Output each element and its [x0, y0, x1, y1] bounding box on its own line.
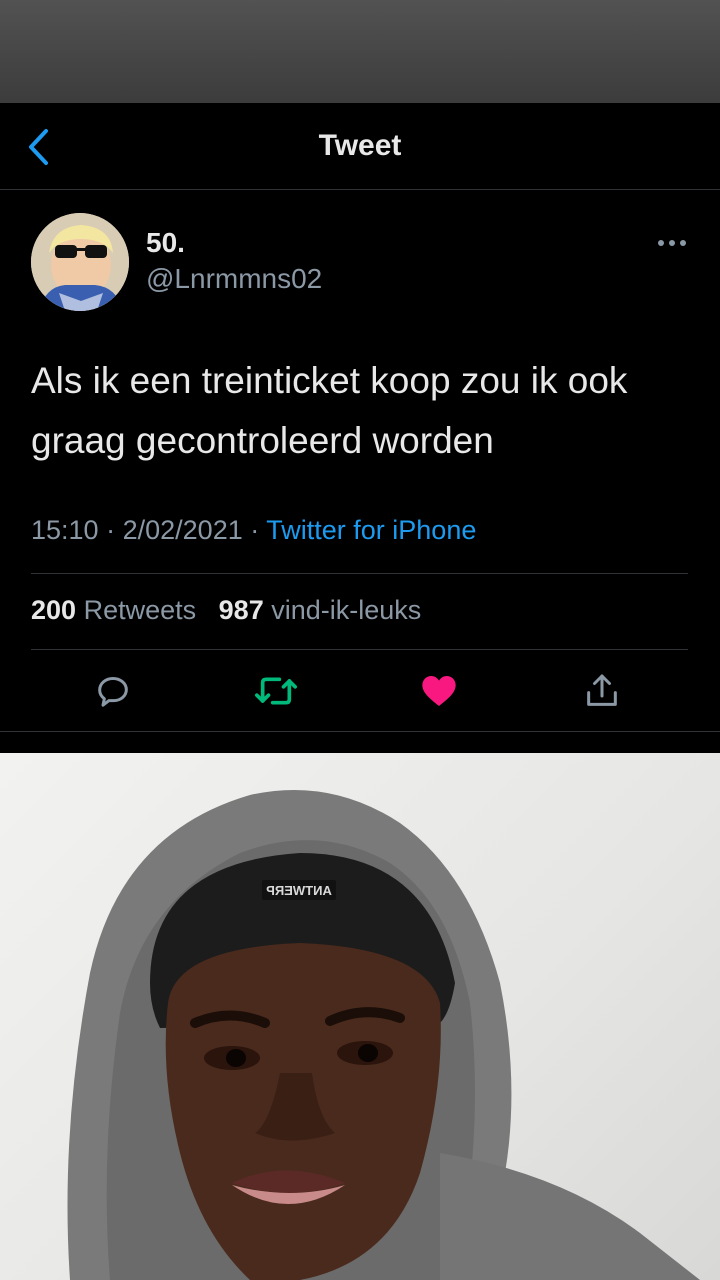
- tweet-time: 15:10: [31, 515, 99, 545]
- chevron-left-icon: [29, 129, 48, 165]
- divider: [31, 573, 688, 574]
- retweet-button[interactable]: [254, 669, 298, 713]
- meta-separator: ·: [250, 515, 260, 545]
- author-name[interactable]: 50.: [146, 227, 185, 259]
- retweets-count: 200: [31, 595, 77, 625]
- back-button[interactable]: [18, 125, 58, 169]
- page-title: Tweet: [318, 129, 402, 162]
- author-handle[interactable]: @Lnrmmns02: [146, 263, 322, 295]
- reaction-photo: ANTWERP: [0, 753, 720, 1280]
- tweet-stats: 200 Retweets 987 vind-ik-leuks: [31, 595, 421, 626]
- like-button[interactable]: [417, 669, 461, 713]
- likes-count: 987: [218, 595, 264, 625]
- beanie-logo: ANTWERP: [266, 883, 332, 898]
- reply-button[interactable]: [91, 669, 135, 713]
- tweet-text: Als ik een treinticket koop zou ik ook g…: [31, 360, 628, 461]
- share-button[interactable]: [580, 669, 624, 713]
- meta-separator: ·: [106, 515, 116, 545]
- top-background: [0, 0, 720, 103]
- heart-icon: [422, 676, 456, 706]
- tweet-source-link[interactable]: Twitter for iPhone: [266, 515, 476, 545]
- tweet-screenshot: Tweet 50. @Lnrmmns02 Als ik een treintic…: [0, 103, 720, 753]
- retweets-stat[interactable]: 200 Retweets: [31, 595, 196, 625]
- more-options-button[interactable]: [652, 231, 692, 255]
- divider: [31, 649, 688, 650]
- likes-label: vind-ik-leuks: [271, 595, 422, 625]
- divider: [0, 731, 720, 732]
- tweet-date: 2/02/2021: [122, 515, 243, 545]
- nav-bar: Tweet: [0, 103, 720, 190]
- reply-icon: [98, 677, 128, 707]
- tweet-meta: 15:10 · 2/02/2021 · Twitter for iPhone: [31, 515, 476, 546]
- retweets-label: Retweets: [83, 595, 197, 625]
- share-icon: [587, 674, 617, 706]
- likes-stat[interactable]: 987 vind-ik-leuks: [219, 595, 422, 625]
- avatar[interactable]: [31, 213, 129, 311]
- more-icon: [658, 240, 686, 246]
- retweet-icon: [255, 677, 297, 705]
